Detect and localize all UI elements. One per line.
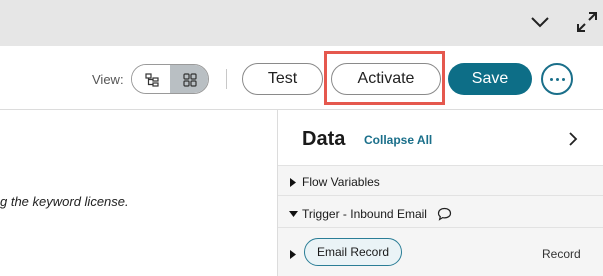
caret-down-icon[interactable] bbox=[289, 211, 298, 217]
view-toggle[interactable] bbox=[131, 64, 209, 94]
data-panel-title: Data bbox=[302, 128, 346, 150]
caret-right-icon[interactable] bbox=[290, 250, 296, 259]
chevron-right-icon[interactable] bbox=[568, 132, 578, 146]
tree-view-icon[interactable] bbox=[132, 65, 171, 93]
view-label: View: bbox=[92, 72, 124, 87]
grid-view-icon[interactable] bbox=[170, 65, 208, 93]
data-panel-header: Data Collapse All bbox=[278, 110, 603, 166]
save-button[interactable]: Save bbox=[448, 63, 532, 95]
email-record-pill[interactable]: Email Record bbox=[304, 238, 403, 266]
test-button[interactable]: Test bbox=[242, 63, 323, 95]
tree-item-email-record[interactable]: Email Record Record bbox=[278, 238, 603, 268]
top-bar bbox=[0, 0, 603, 46]
flow-canvas: g the keyword license. bbox=[0, 110, 277, 276]
tree-item-trigger-inbound-email[interactable]: Trigger - Inbound Email bbox=[278, 200, 603, 228]
collapse-all-link[interactable]: Collapse All bbox=[364, 133, 432, 147]
tree-item-flow-variables[interactable]: Flow Variables bbox=[278, 168, 603, 196]
ellipsis-icon bbox=[549, 77, 553, 81]
data-panel: Data Collapse All Flow Variables Trigger… bbox=[277, 110, 603, 276]
tree-item-label: Flow Variables bbox=[302, 175, 380, 189]
expand-arrows-icon[interactable] bbox=[575, 10, 599, 34]
canvas-description-text: g the keyword license. bbox=[0, 194, 129, 209]
toolbar-divider bbox=[226, 69, 227, 89]
tree-item-label: Trigger - Inbound Email bbox=[302, 207, 427, 221]
chevron-down-icon[interactable] bbox=[529, 13, 551, 31]
flow-toolbar: View: Test Activate Save bbox=[0, 46, 603, 110]
record-type-label: Record bbox=[542, 247, 581, 261]
activate-button[interactable]: Activate bbox=[331, 63, 441, 95]
comment-icon bbox=[437, 207, 452, 221]
more-actions-button[interactable] bbox=[541, 63, 573, 95]
caret-right-icon[interactable] bbox=[290, 178, 296, 187]
